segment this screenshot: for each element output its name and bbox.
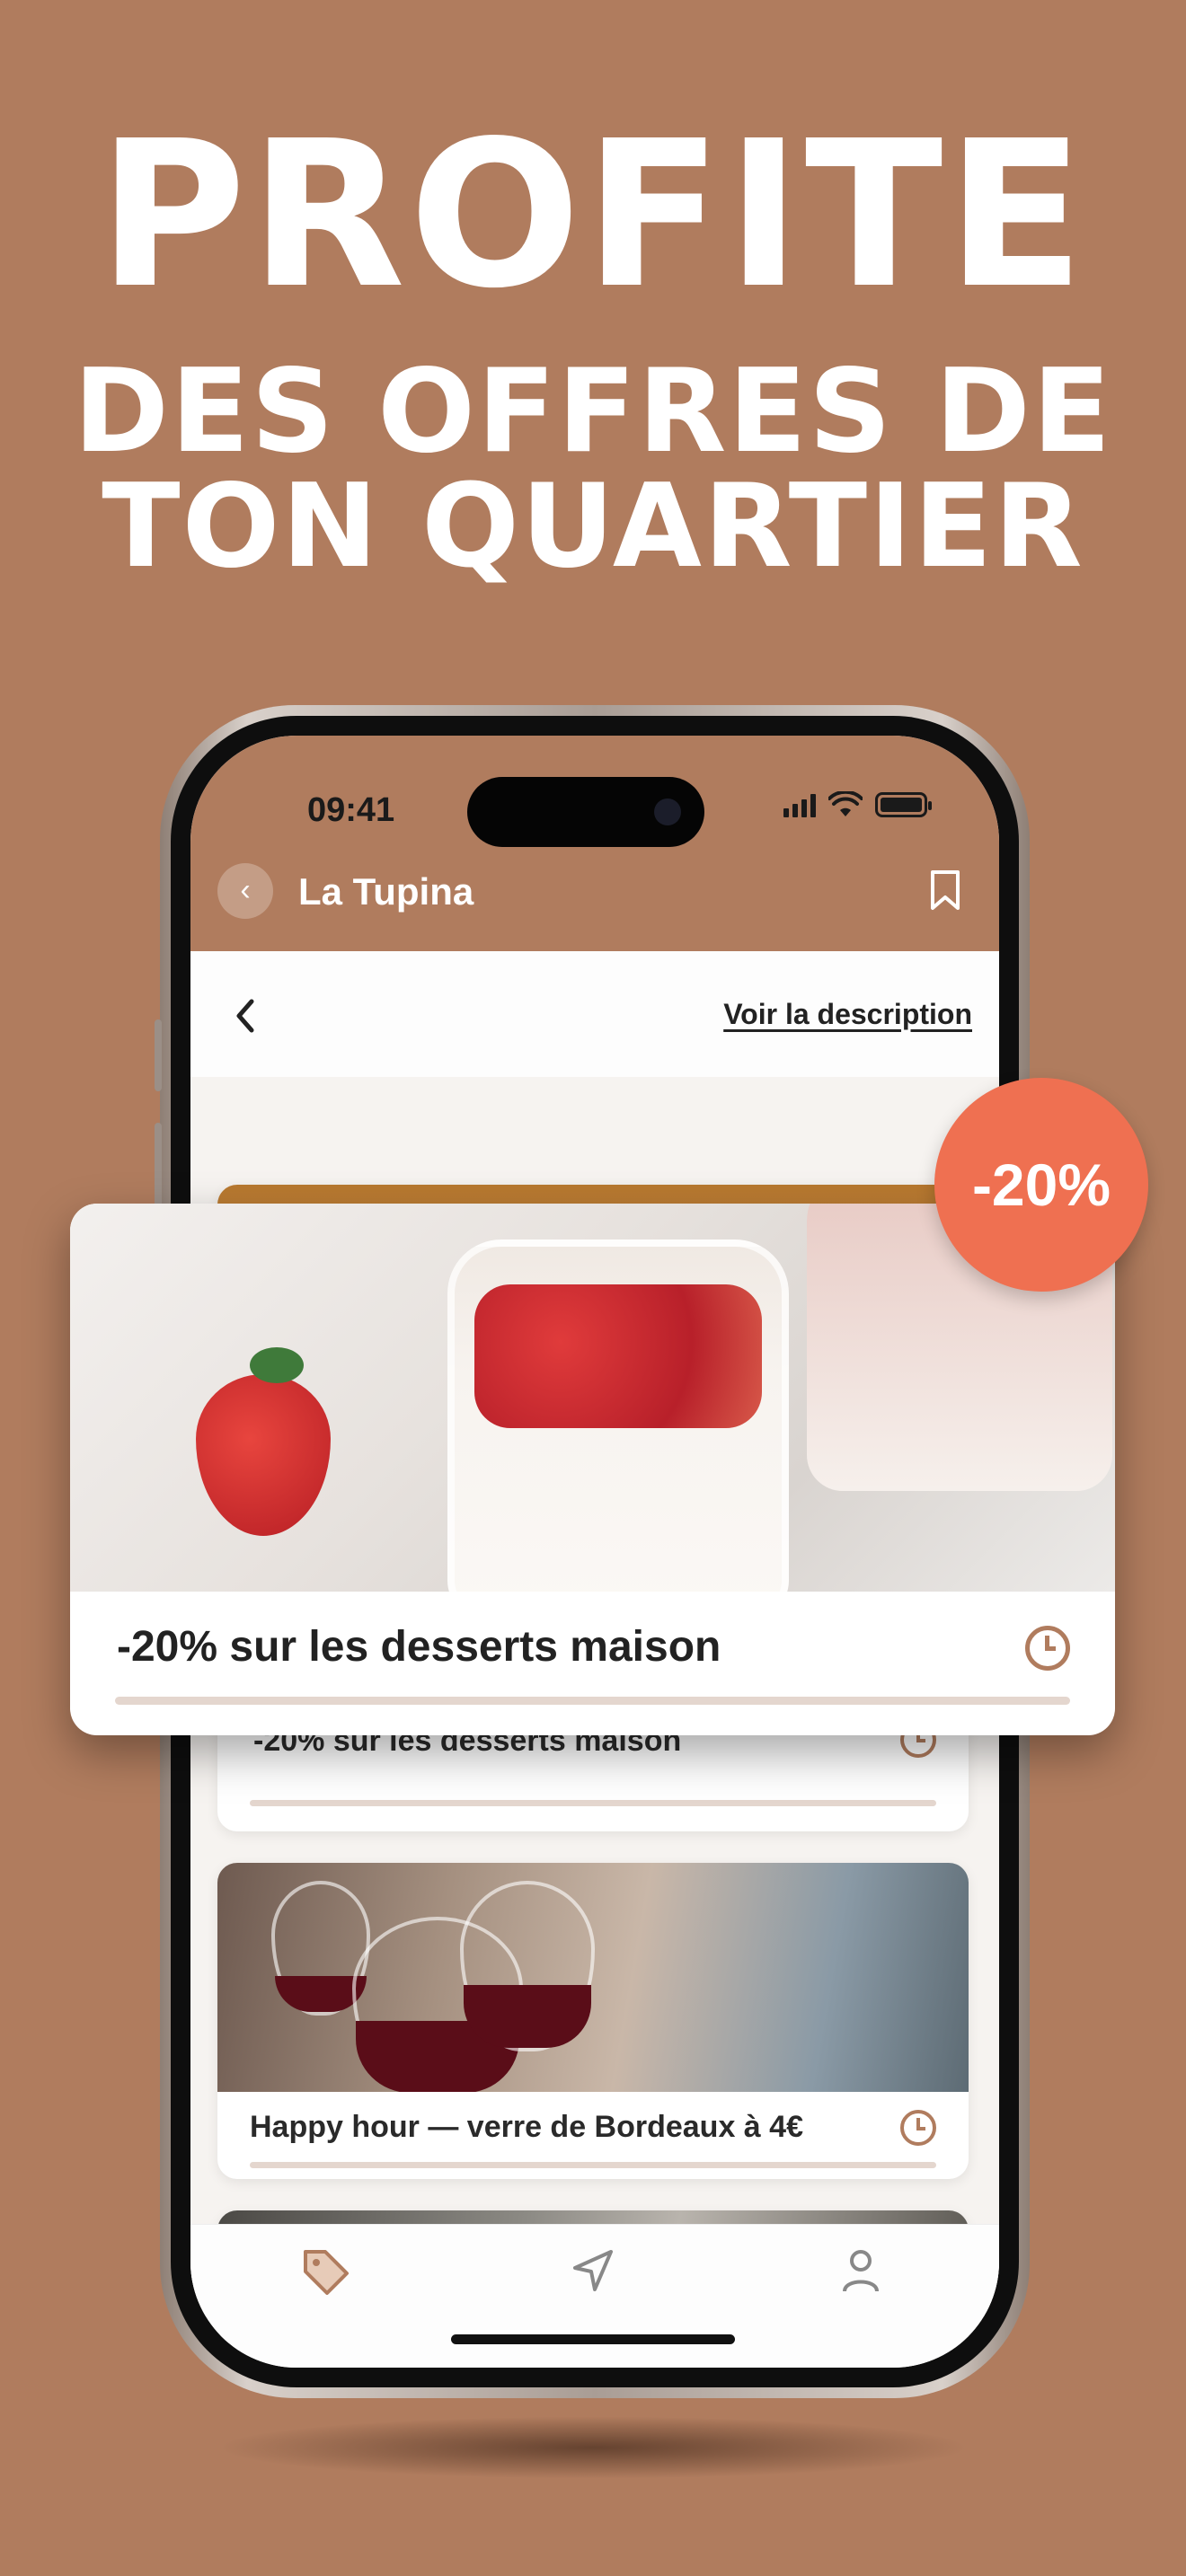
- status-bar: 09:41 ‹ La Tupina: [190, 736, 999, 951]
- phone-button: [155, 1019, 162, 1091]
- offer-card[interactable]: Happy hour — verre de Bordeaux à 4€: [217, 1863, 969, 2179]
- signal-icon: [783, 792, 816, 817]
- clock-icon: [900, 2110, 936, 2146]
- location-arrow-icon[interactable]: [566, 2245, 620, 2298]
- phone-shadow: [216, 2416, 970, 2479]
- clock-icon: [1025, 1626, 1070, 1671]
- discount-badge: -20%: [934, 1078, 1148, 1292]
- featured-title: -20% sur les desserts maison: [117, 1623, 721, 1671]
- offer-progress: [250, 2162, 936, 2168]
- featured-progress: [115, 1697, 1070, 1705]
- offer-title: Happy hour — verre de Bordeaux à 4€: [250, 2110, 803, 2144]
- battery-icon: [875, 792, 932, 817]
- offer-progress: [250, 1800, 936, 1806]
- headline-title: PROFITE: [97, 98, 1089, 333]
- status-time: 09:41: [307, 791, 395, 829]
- subtitle-line-1: DES OFFRES DE: [73, 345, 1113, 479]
- tab-bar: [190, 2224, 999, 2368]
- subtitle-line-2: TON QUARTIER: [102, 460, 1084, 594]
- back-chevron-icon[interactable]: [232, 998, 259, 1034]
- bookmark-icon[interactable]: [927, 869, 963, 912]
- featured-offer-card[interactable]: -20% sur les desserts maison: [70, 1204, 1115, 1735]
- header-back-button[interactable]: ‹: [217, 863, 273, 919]
- wifi-icon: [828, 791, 863, 816]
- description-link[interactable]: Voir la description: [723, 998, 972, 1031]
- headline-subtitle: DES OFFRES DE TON QUARTIER: [0, 355, 1186, 585]
- dessert-image: [70, 1204, 1115, 1592]
- tag-icon[interactable]: [298, 2245, 352, 2298]
- subheader-bar: Voir la description: [190, 951, 999, 1077]
- chevron-left-icon: ‹: [240, 873, 251, 907]
- user-icon[interactable]: [834, 2245, 888, 2298]
- dynamic-island: [467, 777, 704, 847]
- offer-image: [217, 1863, 969, 2092]
- header-title: La Tupina: [298, 870, 474, 913]
- home-indicator[interactable]: [451, 2334, 735, 2344]
